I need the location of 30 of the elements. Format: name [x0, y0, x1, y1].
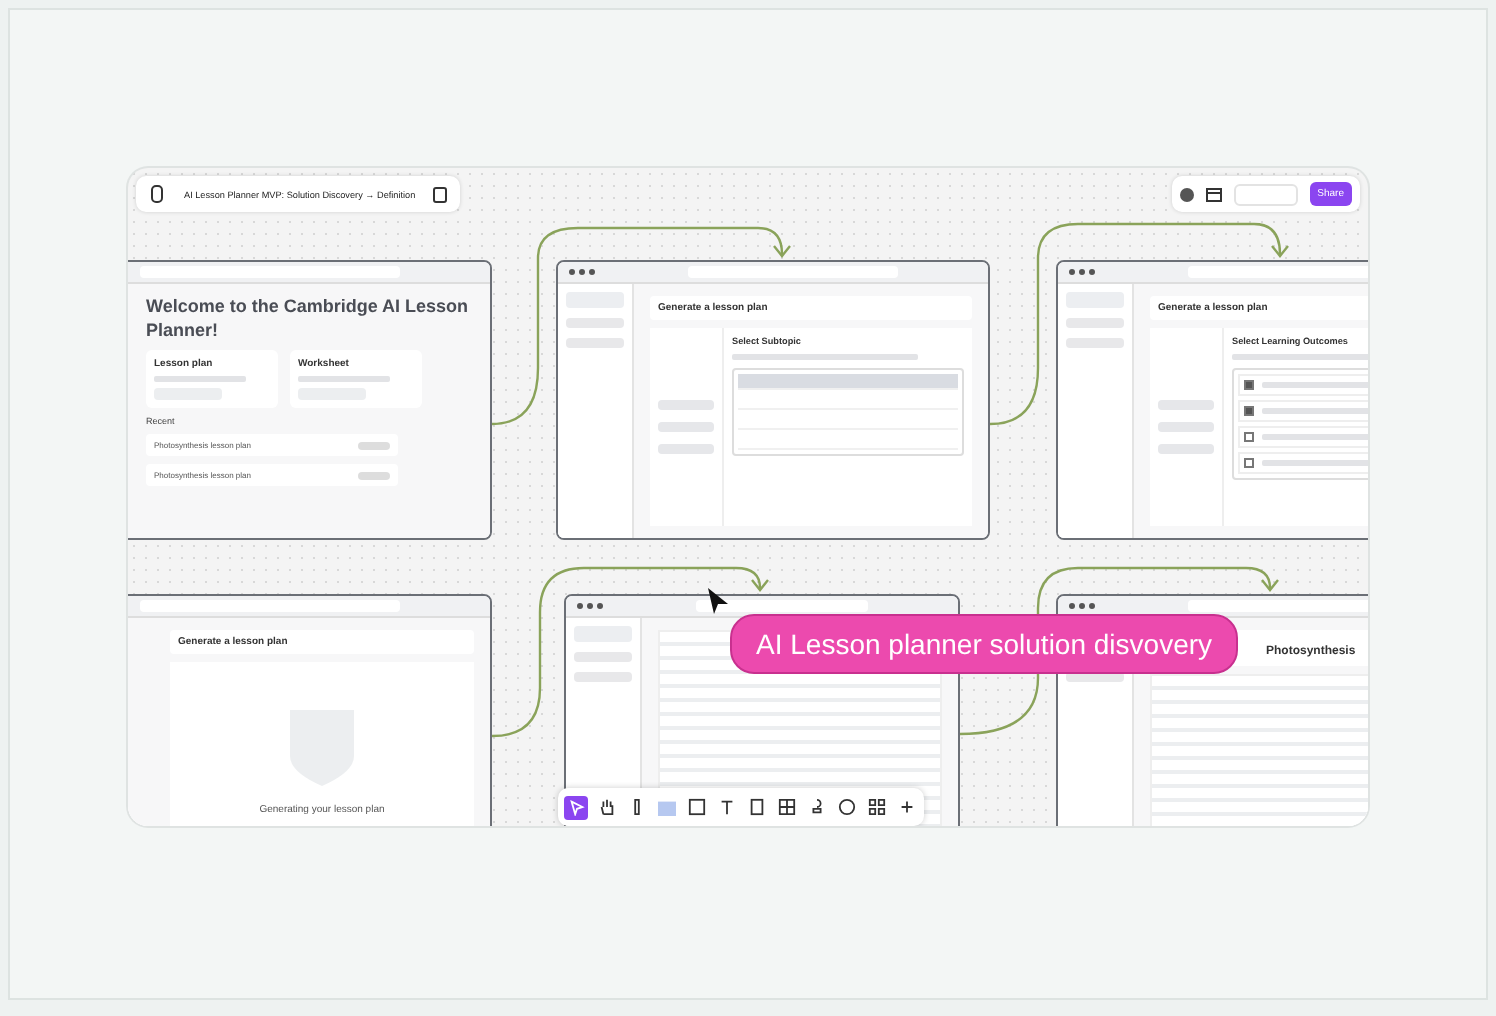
window-dots-icon — [1068, 268, 1096, 276]
section-label: AI Lesson planner solution disvovery — [730, 614, 1239, 674]
comment-tool-icon[interactable] — [834, 795, 858, 819]
dropdown-option[interactable] — [738, 374, 958, 390]
zoom-control[interactable] — [1233, 183, 1298, 205]
step-placeholder — [1158, 444, 1214, 454]
app-logo-icon[interactable] — [148, 184, 168, 204]
rect-tool-icon[interactable] — [684, 795, 708, 819]
widget-tool-icon[interactable] — [864, 795, 888, 819]
select-tool-icon[interactable] — [564, 795, 588, 819]
window-dots-icon — [568, 268, 596, 276]
cursor-icon — [708, 588, 730, 614]
status-pill — [358, 441, 390, 450]
step-placeholder — [1158, 422, 1214, 432]
window-dots-icon — [576, 602, 604, 610]
step-placeholder — [658, 444, 714, 454]
window-dots-icon — [1068, 602, 1096, 610]
checkbox[interactable] — [1244, 406, 1254, 416]
step-placeholder — [1158, 400, 1214, 410]
step-placeholder — [658, 422, 714, 432]
copy-icon[interactable] — [431, 185, 448, 203]
avatar[interactable] — [1179, 187, 1194, 201]
status-pill — [358, 471, 390, 480]
table-tool-icon[interactable] — [774, 795, 798, 819]
step-placeholder — [658, 400, 714, 410]
layout-icon[interactable] — [1205, 187, 1222, 201]
checkbox[interactable] — [1244, 380, 1254, 390]
welcome-heading: Welcome to the Cambridge AI Lesson Planner! — [144, 296, 471, 343]
checkbox[interactable] — [1244, 458, 1254, 468]
checkbox[interactable] — [1244, 432, 1254, 442]
